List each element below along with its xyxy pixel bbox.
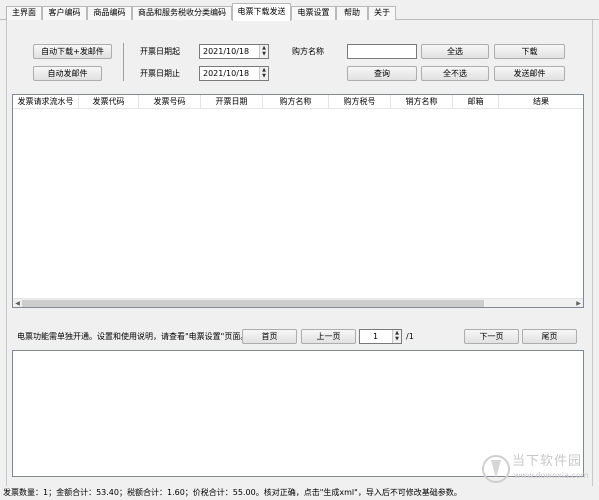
tab-bar: 主界面 客户编码 商品编码 商品和服务税收分类编码 电票下载发送 电票设置 帮助… — [0, 0, 599, 21]
query-button[interactable]: 查询 — [347, 66, 417, 81]
buyer-name-input[interactable] — [347, 44, 417, 59]
invoice-table[interactable]: 发票请求流水号 发票代码 发票号码 开票日期 购方名称 购方税号 销方名称 邮箱… — [12, 94, 584, 308]
end-date-spinner[interactable]: ▲ ▼ — [259, 67, 268, 80]
column-header[interactable]: 发票请求流水号 — [13, 95, 79, 109]
last-page-button[interactable]: 尾页 — [522, 329, 577, 344]
page-number-input[interactable]: 1 ▲ ▼ — [359, 329, 402, 344]
end-date-value: 2021/10/18 — [203, 69, 250, 78]
status-bar: 发票数量：1；金额合计：53.40；税额合计：1.60；价税合计：55.00。核… — [0, 486, 599, 500]
start-date-picker[interactable]: 2021/10/18 ▲ ▼ — [199, 44, 269, 59]
select-none-button[interactable]: 全不选 — [421, 66, 489, 81]
end-date-picker[interactable]: 2021/10/18 ▲ ▼ — [199, 66, 269, 81]
watermark: 当下软件园 www.downxia.com — [482, 452, 597, 488]
table-header: 发票请求流水号 发票代码 发票号码 开票日期 购方名称 购方税号 销方名称 邮箱… — [13, 95, 583, 109]
page-number-value: 1 — [372, 332, 379, 341]
column-header[interactable]: 邮箱 — [453, 95, 499, 109]
column-header[interactable]: 开票日期 — [201, 95, 263, 109]
prev-page-button[interactable]: 上一页 — [301, 329, 356, 344]
watermark-title: 当下软件园 — [512, 454, 583, 469]
tab-product-code[interactable]: 商品编码 — [87, 6, 132, 20]
scroll-right-icon[interactable]: ▶ — [574, 299, 583, 308]
tab-tax-classification-code[interactable]: 商品和服务税收分类编码 — [132, 6, 232, 20]
total-pages-label: /1 — [406, 332, 414, 341]
tab-customer-code[interactable]: 客户编码 — [42, 6, 87, 20]
start-date-label: 开票日期起 — [140, 47, 180, 56]
buyer-name-label: 购方名称 — [292, 47, 324, 56]
start-date-value: 2021/10/18 — [203, 47, 250, 56]
tab-about[interactable]: 关于 — [368, 6, 396, 20]
einvoice-notice: 电票功能需单独开通。设置和使用说明，请查看"电票设置"页面。 — [17, 332, 249, 341]
downxia-logo-icon — [482, 455, 510, 483]
spin-down-icon[interactable]: ▼ — [260, 73, 268, 79]
download-button[interactable]: 下载 — [494, 44, 565, 59]
column-header[interactable]: 结果 — [499, 95, 583, 109]
separator — [123, 43, 124, 81]
column-header[interactable]: 销方名称 — [391, 95, 453, 109]
page-spinner[interactable]: ▲ ▼ — [392, 330, 401, 343]
send-email-button[interactable]: 发送邮件 — [494, 66, 565, 81]
tab-main[interactable]: 主界面 — [6, 6, 42, 20]
select-all-button[interactable]: 全选 — [421, 44, 489, 59]
column-header[interactable]: 发票号码 — [139, 95, 201, 109]
auto-download-email-button[interactable]: 自动下载+发邮件 — [33, 44, 112, 59]
tab-einvoice-settings[interactable]: 电票设置 — [291, 6, 336, 20]
tab-einvoice-download-send[interactable]: 电票下载发送 — [232, 3, 291, 21]
first-page-button[interactable]: 首页 — [242, 329, 297, 344]
horizontal-scrollbar[interactable]: ◀ ▶ — [13, 298, 583, 307]
column-header[interactable]: 发票代码 — [79, 95, 139, 109]
column-header[interactable]: 购方名称 — [263, 95, 329, 109]
auto-email-button[interactable]: 自动发邮件 — [33, 66, 102, 81]
spin-down-icon[interactable]: ▼ — [260, 51, 268, 57]
start-date-spinner[interactable]: ▲ ▼ — [259, 45, 268, 58]
end-date-label: 开票日期止 — [140, 69, 180, 78]
column-header[interactable]: 购方税号 — [329, 95, 391, 109]
scroll-left-icon[interactable]: ◀ — [13, 299, 22, 308]
tab-help[interactable]: 帮助 — [336, 6, 368, 20]
scrollbar-thumb[interactable] — [22, 300, 484, 307]
watermark-url: www.downxia.com — [514, 471, 589, 480]
next-page-button[interactable]: 下一页 — [464, 329, 519, 344]
spin-down-icon[interactable]: ▼ — [393, 336, 401, 342]
